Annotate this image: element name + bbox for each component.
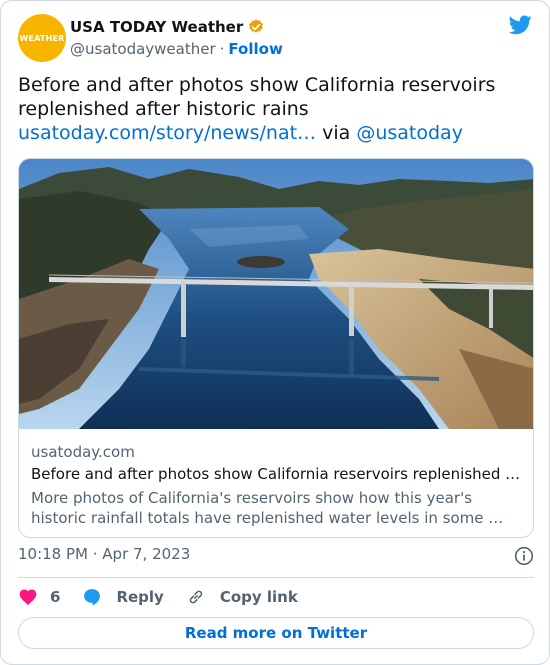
- tweet-body: Before and after photos show California …: [18, 74, 496, 120]
- card-domain: usatoday.com: [31, 443, 135, 461]
- read-more-button[interactable]: Read more on Twitter: [18, 617, 534, 649]
- twitter-bird-icon[interactable]: [509, 15, 532, 35]
- verified-badge-icon: [249, 19, 264, 33]
- heart-icon: [19, 589, 37, 605]
- action-bar: 6 Reply Copy link: [18, 585, 320, 609]
- tweet-link[interactable]: usatoday.com/story/news/nat…: [18, 122, 316, 144]
- tweet-embed: WEATHER USA TODAY Weather @usatodayweath…: [0, 0, 550, 665]
- divider: [18, 577, 534, 578]
- avatar[interactable]: WEATHER: [18, 14, 66, 62]
- like-button[interactable]: 6: [18, 587, 60, 607]
- via-text: via: [322, 122, 351, 144]
- card-image: [19, 159, 533, 429]
- card-meta: usatoday.com Before and after photos sho…: [31, 442, 523, 528]
- author-handle[interactable]: @usatodayweather: [70, 40, 216, 58]
- card-title: Before and after photos show California …: [31, 465, 521, 483]
- card-description: More photos of California's reservoirs s…: [31, 489, 504, 527]
- author-display-name[interactable]: USA TODAY Weather: [70, 18, 243, 36]
- reply-label: Reply: [116, 588, 164, 606]
- link-icon: [189, 590, 203, 604]
- info-icon[interactable]: [514, 546, 534, 566]
- reply-button[interactable]: Reply: [82, 587, 164, 607]
- tweet-header: WEATHER USA TODAY Weather @usatodayweath…: [18, 14, 532, 62]
- like-count: 6: [50, 588, 61, 606]
- avatar-text: WEATHER: [19, 33, 65, 43]
- follow-button[interactable]: Follow: [228, 40, 282, 58]
- mention-link[interactable]: @usatoday: [356, 122, 463, 144]
- link-preview-card[interactable]: usatoday.com Before and after photos sho…: [18, 158, 534, 538]
- tweet-text: Before and after photos show California …: [18, 73, 534, 145]
- author-block: USA TODAY Weather @usatodayweather · Fol…: [70, 16, 283, 60]
- speech-bubble-icon: [84, 589, 101, 606]
- copy-link-button[interactable]: Copy link: [186, 587, 298, 607]
- timestamp-row: 10:18 PM · Apr 7, 2023: [18, 545, 534, 567]
- copy-link-label: Copy link: [219, 588, 298, 606]
- timestamp[interactable]: 10:18 PM · Apr 7, 2023: [18, 545, 190, 563]
- separator-dot: ·: [219, 40, 225, 58]
